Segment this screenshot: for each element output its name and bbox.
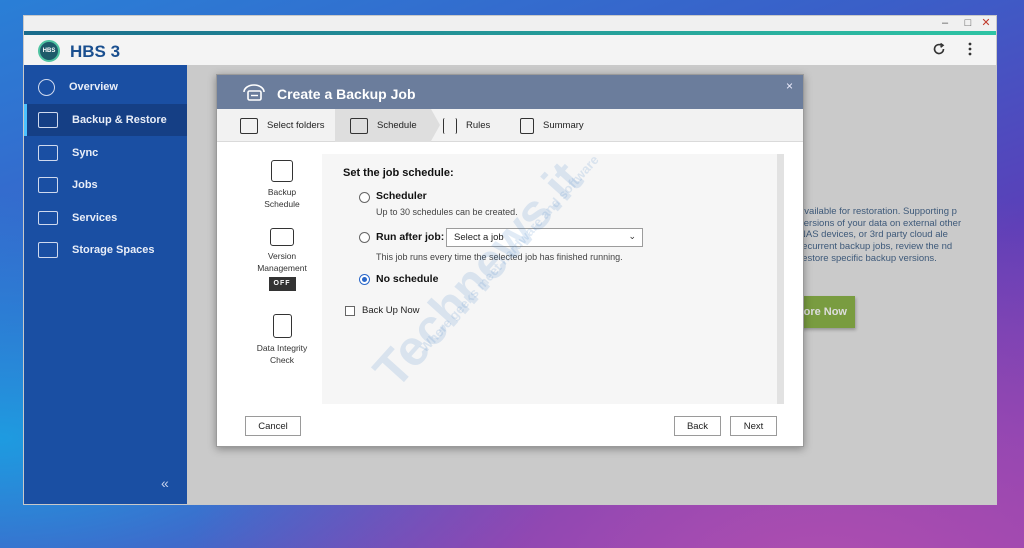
sync-icon xyxy=(38,145,58,161)
run-after-job-label: Run after job: xyxy=(376,231,445,243)
dialog-header: Create a Backup Job × xyxy=(217,75,803,109)
sidebar-item-label: Services xyxy=(72,212,118,224)
sidebar: Overview Backup & Restore Sync Jobs Serv… xyxy=(24,65,187,504)
sliders-icon xyxy=(443,117,457,134)
next-button[interactable]: Next xyxy=(730,416,777,436)
minimize-button[interactable]: – xyxy=(938,17,952,30)
refresh-icon[interactable] xyxy=(932,42,946,56)
nav-label: Version Management xyxy=(257,251,307,273)
step-select-folders[interactable]: Select folders xyxy=(217,109,333,142)
calendar-icon xyxy=(271,160,293,182)
nav-label: Backup Schedule xyxy=(264,187,300,209)
sidebar-item-label: Storage Spaces xyxy=(72,244,155,256)
backup-job-icon xyxy=(243,84,265,101)
close-icon[interactable]: × xyxy=(786,79,793,93)
backup-restore-icon xyxy=(38,112,58,128)
cancel-button[interactable]: Cancel xyxy=(245,416,301,436)
sidebar-item-sync[interactable]: Sync xyxy=(24,137,187,169)
dialog-title: Create a Backup Job xyxy=(277,86,416,102)
create-backup-job-dialog: Create a Backup Job × Select folders Sch… xyxy=(216,74,804,447)
back-button[interactable]: Back xyxy=(674,416,721,436)
sidebar-item-label: Jobs xyxy=(72,179,98,191)
step-schedule[interactable]: Schedule xyxy=(335,109,431,142)
app-header: HBS HBS 3 xyxy=(24,35,996,65)
step-arrow xyxy=(431,109,440,141)
magnifier-document-icon xyxy=(272,314,292,338)
step-label: Summary xyxy=(543,120,584,131)
more-vertical-icon[interactable] xyxy=(967,42,973,56)
collapse-sidebar-button[interactable]: « xyxy=(161,475,169,491)
sidebar-item-backup-restore[interactable]: Backup & Restore xyxy=(24,104,187,136)
sidebar-item-label: Backup & Restore xyxy=(72,114,167,126)
storage-icon xyxy=(38,242,58,258)
clipboard-icon xyxy=(520,117,534,134)
dialog-left-nav: Backup Schedule Version Management OFF D… xyxy=(217,142,322,404)
app-title: HBS 3 xyxy=(70,42,121,61)
step-rules[interactable]: Rules xyxy=(443,109,513,142)
maximize-button[interactable]: □ xyxy=(961,17,975,30)
no-schedule-label: No schedule xyxy=(376,273,439,285)
close-window-button[interactable]: ✕ xyxy=(979,17,993,30)
run-after-job-radio[interactable] xyxy=(359,232,370,243)
step-label: Select folders xyxy=(267,120,325,131)
scheduler-label: Scheduler xyxy=(376,190,427,202)
folder-icon xyxy=(240,117,258,134)
panel-scrollbar[interactable] xyxy=(777,154,784,404)
sidebar-item-overview[interactable]: Overview xyxy=(24,71,187,103)
sidebar-item-storage-spaces[interactable]: Storage Spaces xyxy=(24,234,187,266)
jobs-icon xyxy=(38,177,58,193)
no-schedule-radio[interactable] xyxy=(359,274,370,285)
step-label: Rules xyxy=(466,120,491,131)
nav-label: Data Integrity Check xyxy=(256,343,308,365)
sidebar-item-label: Overview xyxy=(69,81,118,93)
step-summary[interactable]: Summary xyxy=(520,109,610,142)
versions-icon xyxy=(270,228,294,246)
services-icon xyxy=(38,211,58,225)
window-titlebar: – □ ✕ xyxy=(24,16,996,31)
back-up-now-checkbox[interactable] xyxy=(345,306,355,316)
scheduler-radio[interactable] xyxy=(359,192,370,203)
calendar-icon xyxy=(350,117,368,134)
sidebar-item-label: Sync xyxy=(72,147,99,159)
chevron-down-icon: ⌄ xyxy=(628,231,636,241)
wizard-steps: Select folders Schedule Rules Summary xyxy=(217,109,803,142)
gauge-icon xyxy=(38,78,55,96)
hbs-logo: HBS xyxy=(38,40,60,62)
step-label: Schedule xyxy=(377,120,417,131)
section-title: Set the job schedule: xyxy=(343,167,454,179)
sidebar-item-jobs[interactable]: Jobs xyxy=(24,169,187,201)
sidebar-item-services[interactable]: Services xyxy=(24,202,187,234)
status-badge: OFF xyxy=(268,277,296,291)
